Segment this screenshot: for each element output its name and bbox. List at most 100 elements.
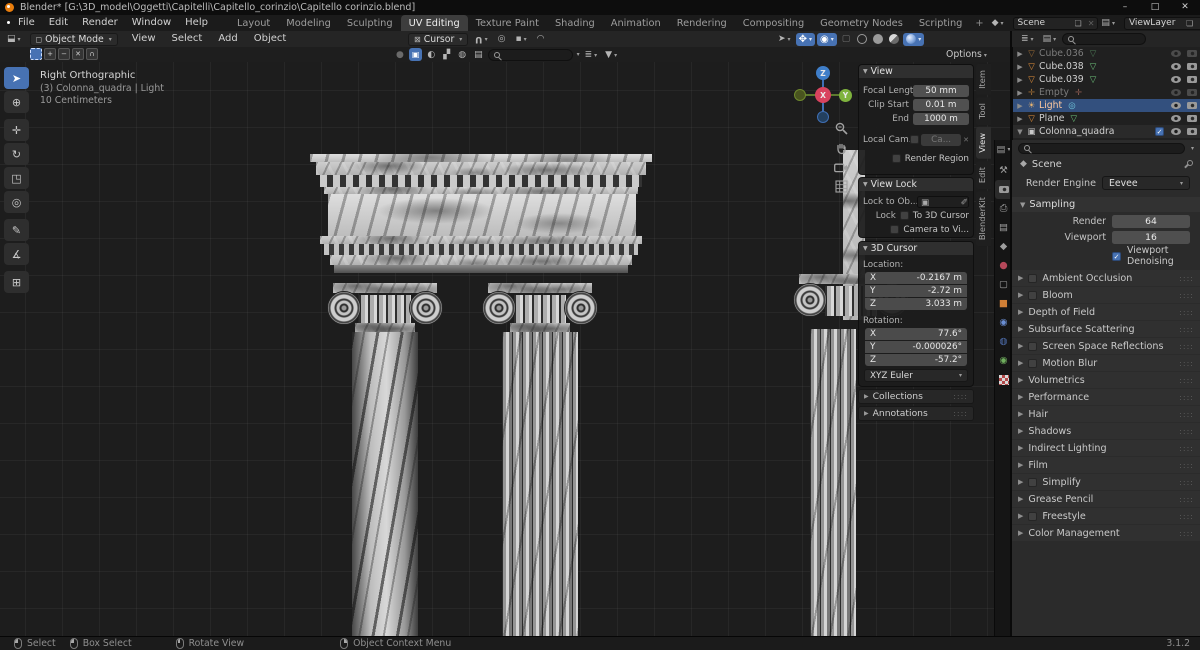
outliner-row-cube038[interactable]: ▶ ▽ Cube.038 ▽ [1013, 60, 1200, 73]
cursor-rot-z[interactable]: Z -57.2° [865, 354, 967, 366]
outliner-row-light[interactable]: ▶ ☀ Light ◎ [1013, 99, 1200, 112]
hide-eye-icon[interactable] [1171, 102, 1181, 109]
editor-type-icon[interactable]: ⬓ ▾ [4, 34, 24, 44]
move-tool[interactable]: ✛ [4, 119, 29, 141]
render-engine-dropdown[interactable]: Eevee ▾ [1102, 176, 1190, 190]
hide-eye-icon[interactable] [1171, 50, 1181, 57]
add-cube-tool[interactable]: ⊞ [4, 271, 29, 293]
annotate-tool[interactable]: ✎ [4, 219, 29, 241]
pan-hand-icon[interactable] [835, 142, 848, 155]
gizmo-neg-y-axis[interactable] [794, 89, 806, 101]
npanel-tab-blenderkit[interactable]: BlenderKit [976, 190, 991, 246]
tab-modeling[interactable]: Modeling [278, 15, 339, 31]
view-lock-panel-header[interactable]: ▼ View Lock [859, 178, 973, 191]
expand-arrow-icon[interactable]: ▶ [1016, 76, 1024, 84]
gizmo-x-axis[interactable]: X [815, 87, 831, 103]
camera-visibility-icon[interactable] [1187, 63, 1197, 70]
tab-rendering[interactable]: Rendering [669, 15, 735, 31]
sampling-render-field[interactable]: 64 [1112, 214, 1190, 228]
panel-motion-blur[interactable]: ▶ Motion Blur:::: [1012, 355, 1200, 371]
panel-depth-of-field[interactable]: ▶ Depth of Field:::: [1012, 304, 1200, 320]
camera-visibility-icon[interactable] [1187, 89, 1197, 96]
gizmo-neg-z-axis[interactable] [817, 111, 829, 123]
panel-performance[interactable]: ▶ Performance:::: [1012, 389, 1200, 405]
ortho-grid-icon[interactable] [834, 180, 848, 193]
menu-help[interactable]: Help [178, 15, 215, 31]
camera-visibility-icon[interactable] [1187, 102, 1197, 109]
hide-eye-icon[interactable] [1171, 76, 1181, 83]
cursor-rot-y[interactable]: Y -0.000026° [865, 341, 967, 353]
select-box-tool[interactable]: ➤ [4, 67, 29, 89]
transform-tool[interactable]: ◎ [4, 191, 29, 213]
zoom-icon[interactable] [835, 122, 848, 135]
unlink-scene-icon[interactable]: ✕ [1085, 19, 1098, 28]
menu-object[interactable]: Object [246, 31, 295, 47]
outliner-search[interactable] [1062, 33, 1147, 45]
hide-eye-icon[interactable] [1171, 89, 1181, 96]
gizmo-y-axis[interactable]: Y [839, 89, 852, 102]
funnel-filter-icon[interactable]: ▼ ▾ [602, 50, 620, 60]
npanel-tab-tool[interactable]: Tool [976, 96, 991, 126]
camera-visibility-icon[interactable] [1187, 50, 1197, 57]
expand-arrow-icon[interactable]: ▶ [1016, 115, 1024, 123]
cursor-rot-x[interactable]: X 77.6° [865, 328, 967, 340]
sampling-viewport-field[interactable]: 16 [1112, 230, 1190, 244]
camera-visibility-icon[interactable] [1187, 76, 1197, 83]
add-workspace-button[interactable]: + [970, 15, 988, 31]
new-viewlayer-icon[interactable]: ❏ [1183, 19, 1196, 28]
menu-render[interactable]: Render [75, 15, 125, 31]
clip-end-field[interactable]: 1000 m [913, 112, 969, 125]
motion-blur-checkbox[interactable] [1028, 358, 1038, 368]
cursor-loc-z[interactable]: Z 3.033 m [865, 298, 967, 310]
show-gizmo-icon[interactable]: ➤ ▾ [775, 34, 794, 44]
npanel-tab-edit[interactable]: Edit [976, 160, 991, 189]
region-divider[interactable] [1010, 31, 1012, 636]
scene-icon[interactable]: ◆ ▾ [989, 18, 1007, 28]
collapse-chevron-icon[interactable]: ▾ [577, 51, 580, 58]
panel-simplify[interactable]: ▶ Simplify:::: [1012, 474, 1200, 490]
tab-scripting[interactable]: Scripting [911, 15, 971, 31]
maximize-button[interactable]: □ [1140, 0, 1170, 15]
select-mode-extend-icon[interactable]: + [44, 48, 56, 60]
expand-arrow-icon[interactable]: ▶ [1016, 102, 1024, 110]
scale-tool[interactable]: ◳ [4, 167, 29, 189]
collection-checkbox[interactable]: ✓ [1155, 127, 1164, 136]
camera-view-icon[interactable] [834, 162, 848, 173]
cursor-loc-y[interactable]: Y -2.72 m [865, 285, 967, 297]
rotate-tool[interactable]: ↻ [4, 143, 29, 165]
panel-freestyle[interactable]: ▶ Freestyle:::: [1012, 508, 1200, 524]
menu-window[interactable]: Window [125, 15, 178, 31]
sort-list-icon[interactable]: ≣ ▾ [582, 50, 601, 60]
shading-rendered-icon[interactable]: ▾ [903, 32, 925, 46]
panel-color-management[interactable]: ▶ Color Management:::: [1012, 525, 1200, 541]
proportional-falloff-icon[interactable]: ▪ ▾ [512, 34, 529, 44]
cursor-panel-header[interactable]: ▼ 3D Cursor [859, 242, 973, 255]
remove-viewlayer-icon[interactable]: ✕ [1196, 19, 1200, 28]
outliner-row-plane[interactable]: ▶ ▽ Plane ▽ [1013, 112, 1200, 125]
tab-layout[interactable]: Layout [229, 15, 278, 31]
clip-start-field[interactable]: 0.01 m [913, 98, 969, 111]
panel-ambient-occlusion[interactable]: ▶ Ambient Occlusion:::: [1012, 270, 1200, 286]
new-scene-icon[interactable]: ❏ [1072, 19, 1085, 28]
viewlayer-selector[interactable]: ViewLayer ❏ ✕ [1123, 16, 1200, 30]
tab-compositing[interactable]: Compositing [735, 15, 812, 31]
expand-arrow-icon[interactable]: ▶ [1016, 89, 1024, 97]
toolbar-search-input[interactable] [502, 49, 567, 60]
properties-options-chevron-icon[interactable]: ▾ [1191, 145, 1194, 152]
outliner-search-input[interactable] [1077, 34, 1142, 44]
to-3d-cursor-checkbox[interactable] [899, 211, 909, 220]
filter-object-icon[interactable]: ▣ [408, 48, 423, 61]
pin-icon[interactable] [1182, 159, 1193, 169]
focal-length-field[interactable]: 50 mm [913, 84, 969, 97]
filter-globe-icon[interactable]: ◍ [455, 50, 469, 60]
cursor-tool[interactable]: ⊕ [4, 91, 29, 113]
shading-material-icon[interactable] [889, 34, 900, 44]
mode-dropdown[interactable]: ◻ Object Mode ▾ [29, 32, 118, 46]
navigation-gizmo[interactable]: Z X Y [794, 66, 852, 124]
panel-shadows[interactable]: ▶ Shadows:::: [1012, 423, 1200, 439]
tab-uv-editing[interactable]: UV Editing [400, 15, 468, 31]
scene-selector[interactable]: Scene ❏ ✕ [1012, 16, 1099, 30]
hide-eye-icon[interactable] [1171, 115, 1181, 122]
panel-grease-pencil[interactable]: ▶ Grease Pencil:::: [1012, 491, 1200, 507]
overlays-toggle-icon[interactable]: ✥ ▾ [795, 32, 815, 46]
